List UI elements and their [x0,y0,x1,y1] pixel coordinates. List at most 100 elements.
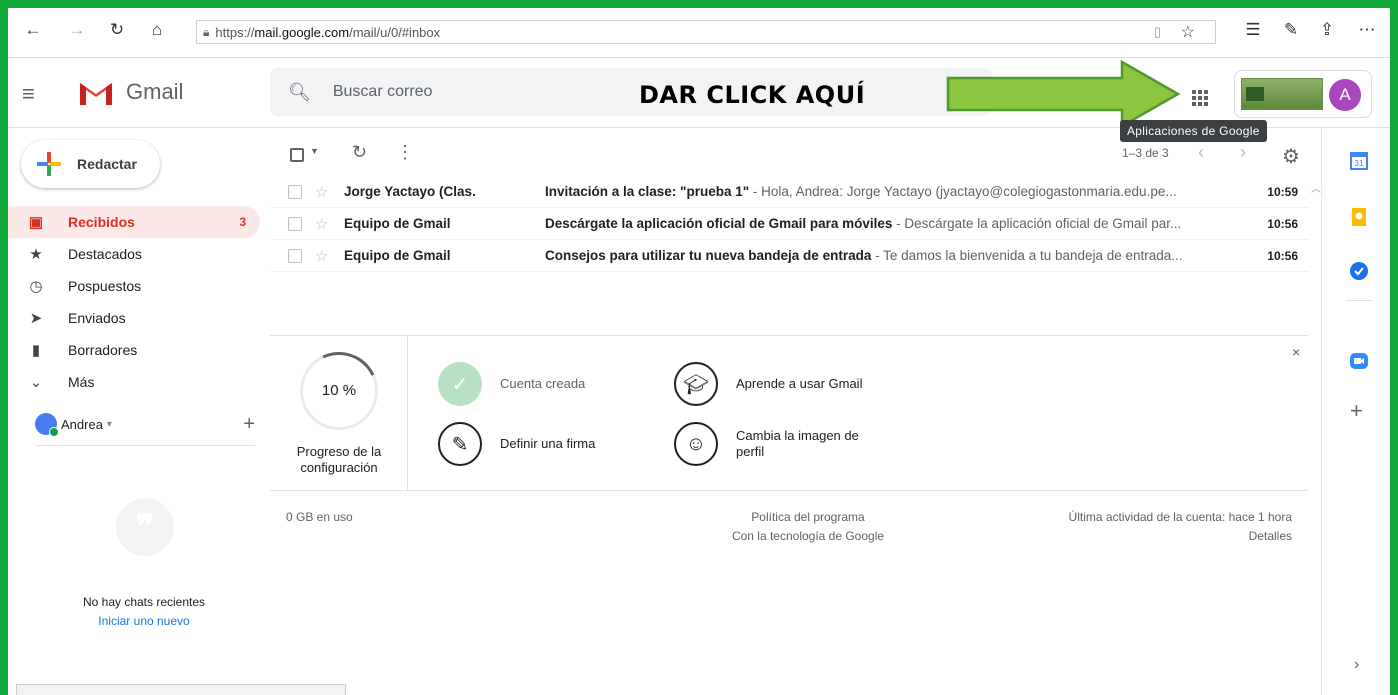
addons-sidebar: 31 + › [1328,128,1390,695]
sidebar-item-starred[interactable]: ★ Destacados [8,238,260,270]
divider [1321,128,1322,695]
home-icon[interactable]: ⌂ [146,20,168,40]
task-signature[interactable]: ✎ Definir una firma [438,422,595,466]
sidebar-item-more[interactable]: ⌄ Más [8,366,260,398]
task-learn-gmail[interactable]: 🎓︎ Aprende a usar Gmail [674,362,862,406]
address-bar[interactable]: 🔒︎ https://mail.google.com/mail/u/0/#inb… [196,20,1216,44]
gmail-logo[interactable]: Gmail [78,79,183,105]
apps-grid-icon [1192,90,1208,106]
start-new-chat-link[interactable]: Iniciar uno nuevo [8,614,280,628]
details-link[interactable]: Detalles [948,529,1292,543]
organization-logo [1241,78,1323,110]
star-icon[interactable]: ☆ [315,183,328,201]
hangouts-user[interactable]: Andrea ▾ + [35,410,255,438]
account-avatar[interactable]: A [1329,79,1361,111]
task-profile-picture[interactable]: ☺ Cambia la imagen de perfil [674,422,886,466]
email-row[interactable]: ☆ Equipo de Gmail Consejos para utilizar… [270,240,1308,272]
sidebar-item-label: Recibidos [68,214,135,230]
favorite-star-icon[interactable]: ☆ [1181,22,1195,42]
more-menu-icon[interactable]: ⋯ [1356,20,1378,40]
email-subject: Descárgate la aplicación oficial de Gmai… [545,216,893,231]
checkmark-icon: ✓ [438,362,482,406]
google-apps-button[interactable] [1180,78,1220,118]
sidebar-item-snoozed[interactable]: ◷ Pospuestos [8,270,260,302]
email-time: 10:56 [1267,248,1298,263]
chevron-left-icon[interactable]: ‹ [1198,142,1204,163]
refresh-icon[interactable]: ↻ [352,142,367,163]
chat-tab[interactable] [16,684,346,695]
back-icon[interactable]: ← [22,20,44,40]
add-chat-icon[interactable]: + [243,413,255,436]
account-area[interactable]: A [1234,70,1372,118]
row-checkbox[interactable] [288,184,302,199]
storage-usage: 0 GB en uso [286,510,353,524]
scroll-up-icon[interactable]: ︿ [1311,180,1321,195]
email-subject: Invitación a la clase: "prueba 1" [545,184,750,199]
email-row[interactable]: ☆ Jorge Yactayo (Clas. Invitación a la c… [270,176,1308,208]
favorites-list-icon[interactable]: ☰ [1242,20,1264,40]
reading-view-icon[interactable]: ▯ [1154,24,1161,40]
progress-percent: 10 % [321,382,357,399]
lock-icon: 🔒︎ [203,24,210,39]
email-preview: Descárgate la aplicación oficial de Gmai… [545,216,1225,231]
task-label: Aprende a usar Gmail [736,376,863,391]
email-preview: Invitación a la clase: "prueba 1" - Hola… [545,184,1225,199]
sidebar-item-sent[interactable]: ➤ Enviados [8,302,260,334]
email-time: 10:56 [1267,216,1298,231]
sidebar-item-drafts[interactable]: ▮ Borradores [8,334,260,366]
row-checkbox[interactable] [288,216,302,231]
gear-icon[interactable]: ⚙ [1282,144,1300,169]
tasks-icon[interactable] [1348,260,1370,282]
svg-text:31: 31 [1355,159,1364,168]
chevron-right-icon[interactable]: › [1354,656,1359,674]
task-label: Cambia la imagen de perfil [736,428,859,459]
add-on-plus-icon[interactable]: + [1350,398,1363,424]
email-row[interactable]: ☆ Equipo de Gmail Descárgate la aplicaci… [270,208,1308,240]
user-avatar-icon [35,413,59,437]
search-bar[interactable]: 🔍︎ Buscar correo [270,68,992,116]
email-preview: Consejos para utilizar tu nueva bandeja … [545,248,1225,263]
url-host: mail.google.com [254,24,350,40]
caret-down-icon[interactable]: ▾ [107,419,112,430]
progress-title: Progreso de la configuración [296,444,382,475]
chevron-down-icon: ⌄ [29,374,43,391]
pencil-icon: ✎ [438,422,482,466]
calendar-icon[interactable]: 31 [1348,150,1370,172]
zoom-icon[interactable] [1348,350,1370,372]
sidebar-item-label: Destacados [68,246,142,262]
keep-icon[interactable] [1348,206,1370,228]
chat-bubble-icon: ❞ [116,498,174,556]
sidebar-item-label: Más [68,374,95,390]
user-name: Andrea [61,416,103,432]
share-icon[interactable]: ⇪ [1316,20,1338,40]
more-options-icon[interactable]: ⋮ [396,142,414,163]
select-dropdown-icon[interactable]: ▼ [310,146,319,156]
refresh-icon[interactable]: ↻ [106,20,128,40]
unread-count: 3 [239,215,246,229]
task-account-created: ✓ Cuenta creada [438,362,585,406]
compose-button[interactable]: Redactar [21,140,160,188]
close-icon[interactable]: × [1292,344,1300,360]
browser-toolbar: ← → ↻ ⌂ 🔒︎ https://mail.google.com/mail/… [8,8,1390,58]
forward-icon[interactable]: → [66,20,88,40]
user-circle-icon: ☺ [674,422,718,466]
star-icon[interactable]: ☆ [315,247,328,265]
row-checkbox[interactable] [288,248,302,263]
sidebar-item-label: Borradores [68,342,138,358]
email-snippet: - Descárgate la aplicación oficial de Gm… [892,216,1182,231]
clock-icon: ◷ [29,278,43,295]
star-icon[interactable]: ☆ [315,215,328,233]
chevron-right-icon[interactable]: › [1240,142,1246,163]
organization-crest [1246,87,1264,101]
compose-plus-icon [37,152,61,176]
draft-file-icon: ▮ [31,342,41,359]
search-icon[interactable]: 🔍︎ [288,82,311,103]
pen-icon[interactable]: ✎ [1280,20,1302,40]
sidebar-item-inbox[interactable]: ▣ Recibidos 3 [8,206,260,238]
email-sender: Equipo de Gmail [344,216,451,231]
select-all-checkbox[interactable] [290,148,304,162]
setup-progress: 10 % Progreso de la configuración [270,336,408,490]
email-time: 10:59 [1267,184,1298,199]
click-here-annotation: DAR CLICK AQUÍ [639,81,866,109]
main-menu-icon[interactable]: ≡ [22,81,35,107]
